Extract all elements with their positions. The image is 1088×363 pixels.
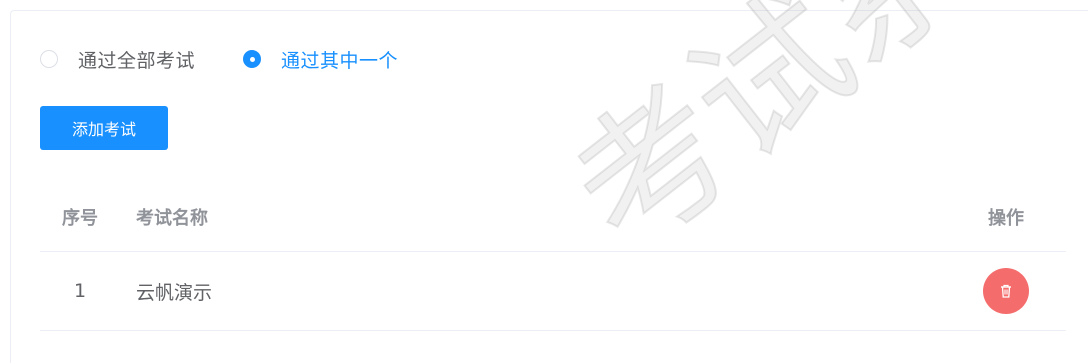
column-header-ops: 操作 bbox=[988, 207, 1024, 229]
radio-pass-one-label[interactable]: 通过其中一个 bbox=[281, 46, 398, 73]
radio-pass-all[interactable]: 通过全部考试 bbox=[40, 46, 195, 73]
radio-pass-all-circle[interactable] bbox=[40, 50, 58, 68]
table-header: 序号 考试名称 操作 bbox=[40, 182, 1066, 252]
radio-pass-one[interactable]: 通过其中一个 bbox=[243, 46, 398, 73]
radio-pass-one-circle[interactable] bbox=[243, 50, 262, 68]
exam-table: 序号 考试名称 操作 1 云帆演示 bbox=[40, 182, 1066, 331]
add-exam-button[interactable]: 添加考试 bbox=[40, 106, 168, 150]
column-header-name: 考试名称 bbox=[136, 207, 208, 229]
row-ops bbox=[946, 268, 1066, 314]
radio-pass-all-label[interactable]: 通过全部考试 bbox=[78, 46, 195, 73]
row-exam-name: 云帆演示 bbox=[136, 281, 213, 304]
table-row: 1 云帆演示 bbox=[40, 252, 1066, 331]
delete-exam-button[interactable] bbox=[983, 268, 1029, 314]
pass-mode-radio-group: 通过全部考试 通过其中一个 bbox=[40, 46, 446, 72]
column-header-index: 序号 bbox=[62, 207, 98, 229]
row-index: 1 bbox=[73, 280, 87, 302]
trash-icon bbox=[1001, 284, 1011, 298]
